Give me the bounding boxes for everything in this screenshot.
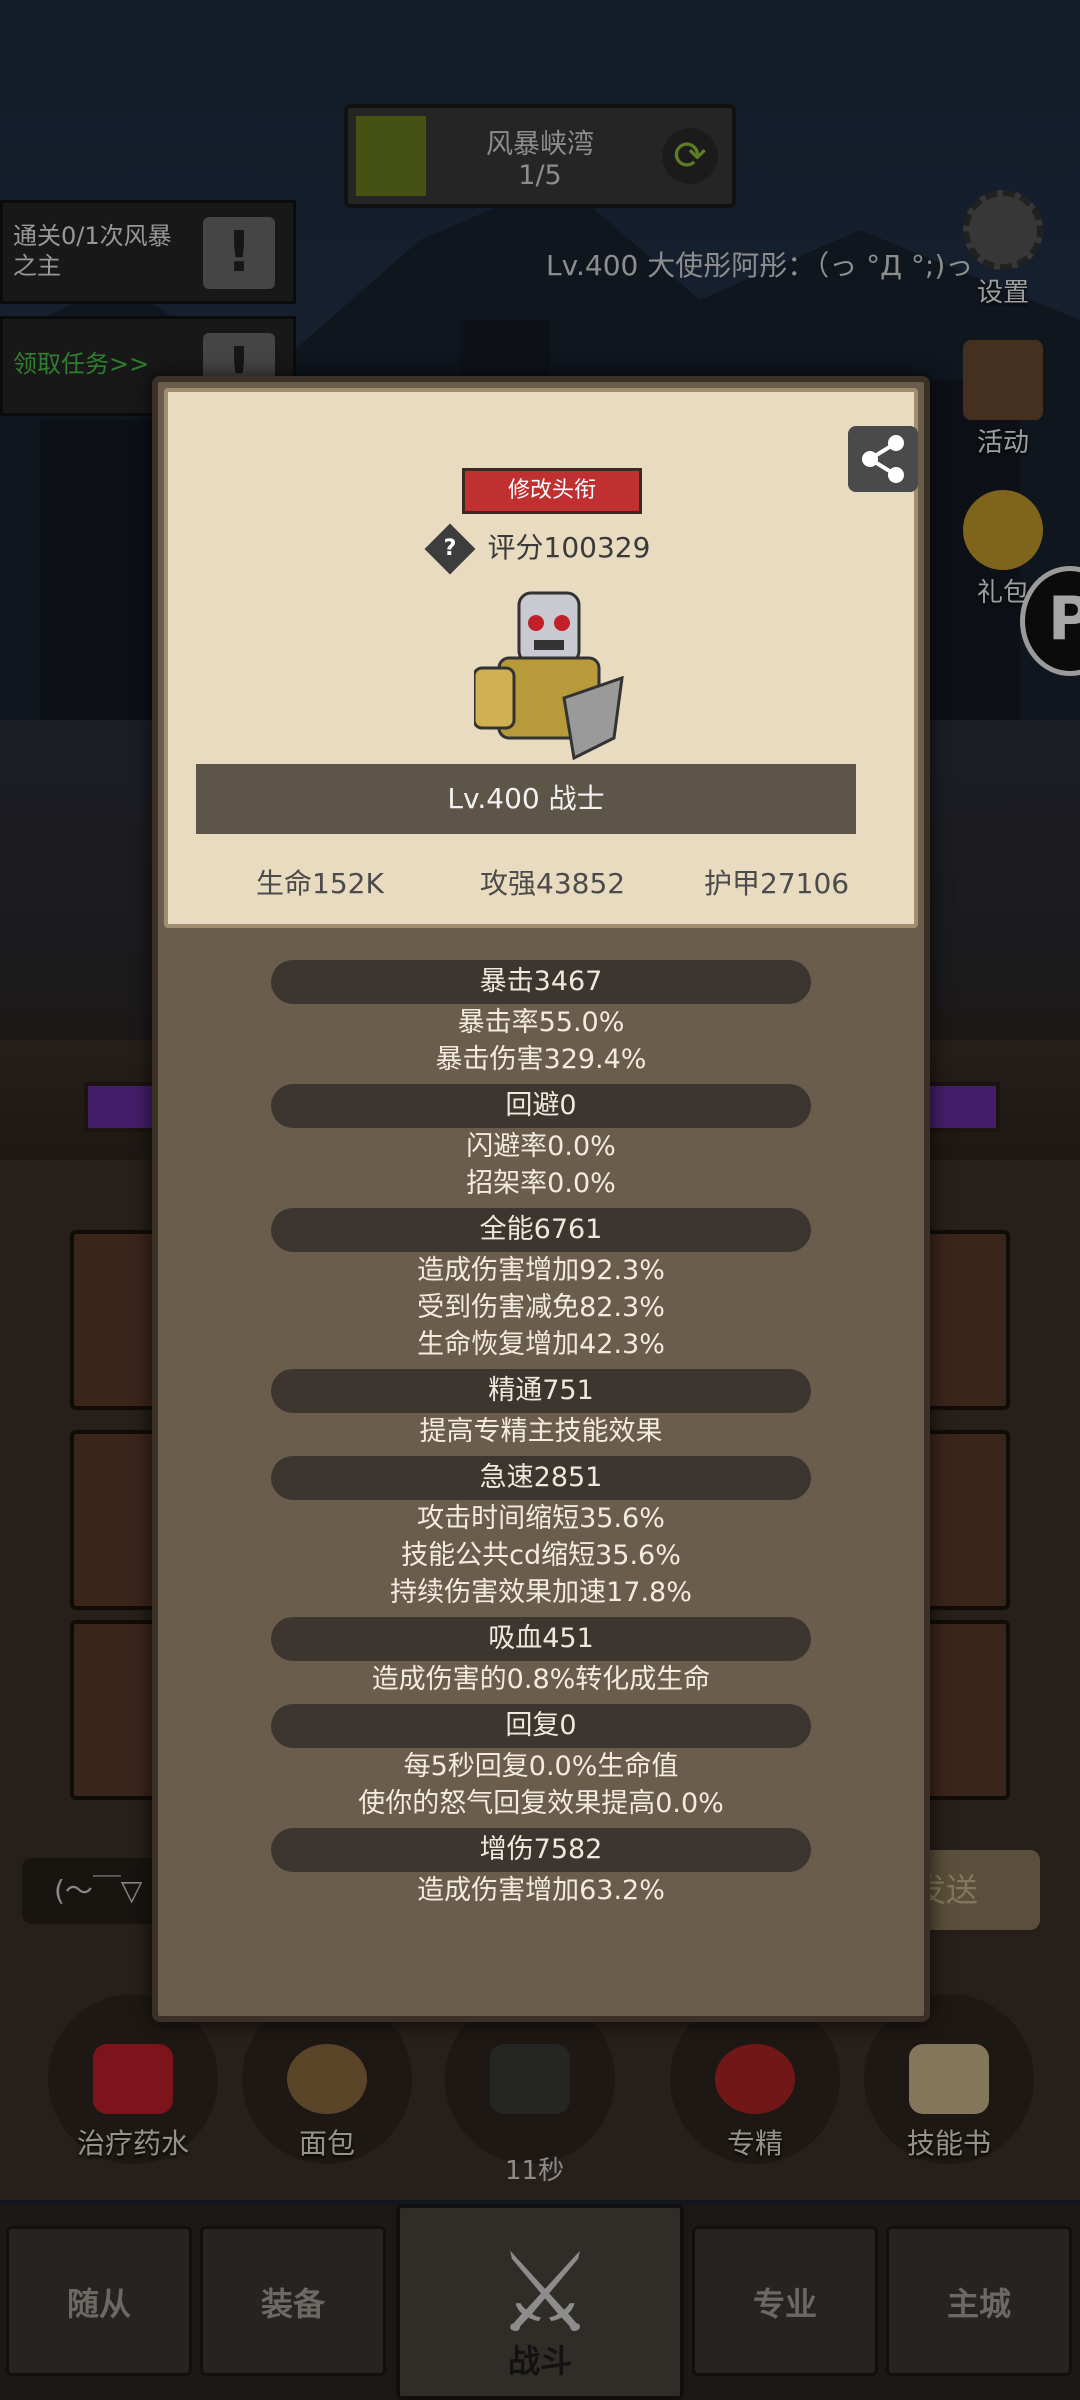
character-panel: 修改头衔 ? 评分100329 Lv.400 战士 生命152K 攻强43852 … (152, 376, 930, 2022)
stat-line: 每5秒回复0.0%生命值 (403, 1751, 679, 1782)
character-summary: 修改头衔 ? 评分100329 Lv.400 战士 生命152K 攻强43852 … (164, 388, 918, 928)
stat-line: 生命恢复增加42.3% (417, 1329, 665, 1360)
stat-line: 招架率0.0% (466, 1168, 616, 1199)
stat-line: 造成伤害的0.8%转化成生命 (371, 1664, 711, 1695)
stat-header-damage-bonus: 增伤7582 (271, 1828, 811, 1872)
edit-title-button[interactable]: 修改头衔 (462, 468, 642, 514)
secondary-stats: 暴击3467 暴击率55.0% 暴击伤害329.4% 回避0 闪避率0.0% 招… (158, 960, 924, 1909)
share-button[interactable] (848, 426, 918, 492)
stat-line: 攻击时间缩短35.6% (417, 1503, 665, 1534)
stat-header-mastery: 精通751 (271, 1369, 811, 1413)
stat-line: 技能公共cd缩短35.6% (401, 1540, 681, 1571)
stat-line: 暴击伤害329.4% (435, 1044, 647, 1075)
stat-line: 持续伤害效果加速17.8% (390, 1577, 692, 1608)
stat-line: 造成伤害增加63.2% (417, 1875, 665, 1906)
stat-header-haste: 急速2851 (271, 1456, 811, 1500)
stat-line: 受到伤害减免82.3% (417, 1292, 665, 1323)
stat-line: 闪避率0.0% (466, 1131, 616, 1162)
stat-header-leech: 吸血451 (271, 1617, 811, 1661)
hero-portrait (474, 591, 624, 761)
share-icon (862, 435, 904, 483)
stat-line: 使你的怒气回复效果提高0.0% (358, 1788, 724, 1819)
stat-attack-power: 攻强43852 (480, 867, 626, 900)
stat-header-crit: 暴击3467 (271, 960, 811, 1004)
class-level-banner: Lv.400 战士 (196, 764, 856, 834)
help-icon[interactable]: ? (424, 523, 476, 575)
score-row: ? 评分100329 (168, 523, 914, 575)
stat-line: 提高专精主技能效果 (419, 1416, 663, 1447)
stat-line: 暴击率55.0% (457, 1007, 625, 1038)
stat-header-regen: 回复0 (271, 1704, 811, 1748)
stat-header-avoidance: 回避0 (271, 1084, 811, 1128)
score-value: 评分100329 (487, 531, 651, 564)
stat-armor: 护甲27106 (704, 867, 850, 900)
stat-health: 生命152K (256, 867, 384, 900)
base-stats: 生命152K 攻强43852 护甲27106 (168, 862, 914, 902)
stat-header-versatility: 全能6761 (271, 1208, 811, 1252)
stat-line: 造成伤害增加92.3% (417, 1255, 665, 1286)
